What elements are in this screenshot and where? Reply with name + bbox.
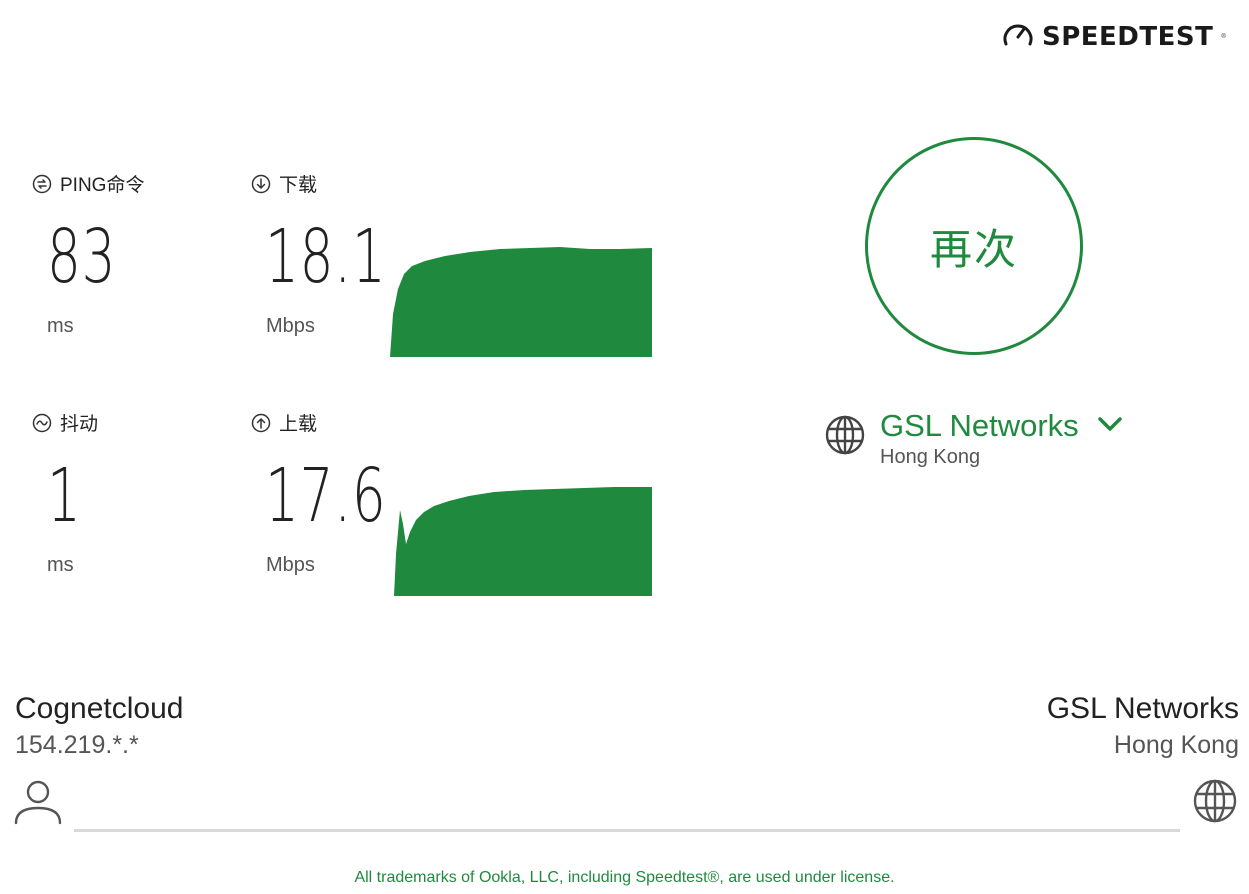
- upload-graph: [394, 487, 652, 596]
- upload-label-text: 上载: [279, 414, 318, 435]
- user-icon: [14, 779, 62, 830]
- speedtest-logo[interactable]: SPEEDTEST ®: [1002, 20, 1226, 53]
- brand-tm: ®: [1221, 33, 1226, 40]
- upload-label: 上载: [251, 409, 317, 436]
- download-label: 下载: [251, 170, 317, 197]
- footer-trademark: All trademarks of Ookla, LLC, including …: [354, 869, 895, 886]
- jitter-value: 1: [47, 453, 82, 539]
- go-again-button[interactable]: 再次: [865, 137, 1083, 355]
- download-unit: Mbps: [266, 315, 315, 337]
- download-value: 18.1: [265, 214, 387, 300]
- jitter-label: 抖动: [32, 409, 98, 436]
- chevron-down-icon[interactable]: [1097, 415, 1123, 438]
- ping-value: 83: [47, 214, 117, 300]
- server-selector[interactable]: GSL Networks Hong Kong: [824, 408, 1123, 469]
- globe-icon: [824, 414, 866, 461]
- speedometer-icon: [1002, 20, 1034, 53]
- jitter-unit: ms: [47, 554, 74, 576]
- host-name: GSL Networks: [1046, 692, 1239, 725]
- download-label-text: 下载: [279, 175, 318, 196]
- connection-line: [74, 829, 1180, 832]
- server-location: Hong Kong: [880, 446, 981, 468]
- upload-value: 17.6: [265, 453, 387, 539]
- jitter-wave-icon: [32, 413, 52, 433]
- isp-name: Cognetcloud: [15, 692, 184, 725]
- jitter-label-text: 抖动: [60, 414, 99, 435]
- server-info: GSL Networks Hong Kong: [880, 408, 1123, 469]
- upload-arrow-icon: [251, 413, 271, 433]
- download-arrow-icon: [251, 174, 271, 194]
- brand-name: SPEEDTEST: [1042, 21, 1214, 52]
- server-name: GSL Networks: [880, 408, 1079, 443]
- upload-unit: Mbps: [266, 554, 315, 576]
- download-graph: [390, 247, 652, 357]
- ping-icon: [32, 174, 52, 194]
- ping-label-text: PING命令: [60, 175, 145, 196]
- ping-label: PING命令: [32, 170, 144, 197]
- host-globe-icon: [1192, 778, 1238, 829]
- go-again-label: 再次: [929, 224, 1018, 274]
- ping-unit: ms: [47, 315, 74, 337]
- isp-ip: 154.219.*.*: [15, 731, 139, 759]
- host-location: Hong Kong: [1113, 731, 1239, 759]
